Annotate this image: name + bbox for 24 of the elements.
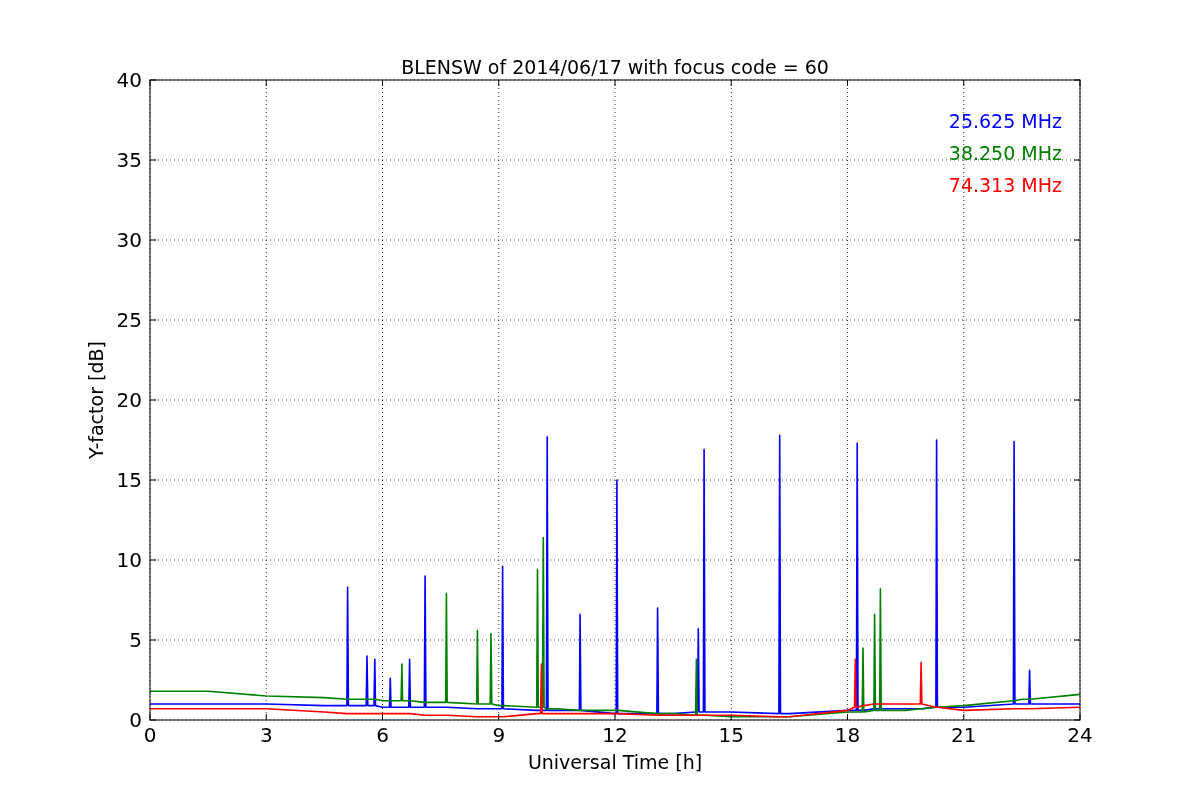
- tick-label: 15: [718, 723, 744, 747]
- x-axis-label: Universal Time [h]: [527, 751, 703, 773]
- tick-label: 5: [129, 628, 142, 652]
- tick-label: 21: [951, 723, 977, 747]
- tick-label: 24: [1067, 723, 1093, 747]
- tick-label: 0: [143, 723, 157, 747]
- tick-label: 12: [602, 723, 628, 747]
- chart-title: BLENSW of 2014/06/17 with focus code = 60: [401, 56, 829, 78]
- tick-label: 18: [834, 723, 861, 747]
- tick-label: 0: [129, 708, 142, 732]
- tick-label: 10: [116, 548, 142, 572]
- legend-label: 38.250 MHz: [948, 142, 1062, 164]
- tick-label: 25: [116, 308, 142, 332]
- legend-label: 74.313 MHz: [948, 174, 1062, 196]
- tick-label: 3: [259, 723, 273, 747]
- tick-label: 9: [492, 723, 506, 747]
- y-axis-label: Y-factor [dB]: [85, 341, 107, 459]
- tick-label: 6: [376, 723, 389, 747]
- tick-label: 40: [116, 68, 142, 92]
- tick-label: 15: [116, 468, 142, 492]
- tick-label: 30: [116, 228, 142, 252]
- tick-label: 20: [116, 388, 142, 412]
- tick-label: 35: [116, 148, 142, 172]
- legend-label: 25.625 MHz: [948, 110, 1062, 132]
